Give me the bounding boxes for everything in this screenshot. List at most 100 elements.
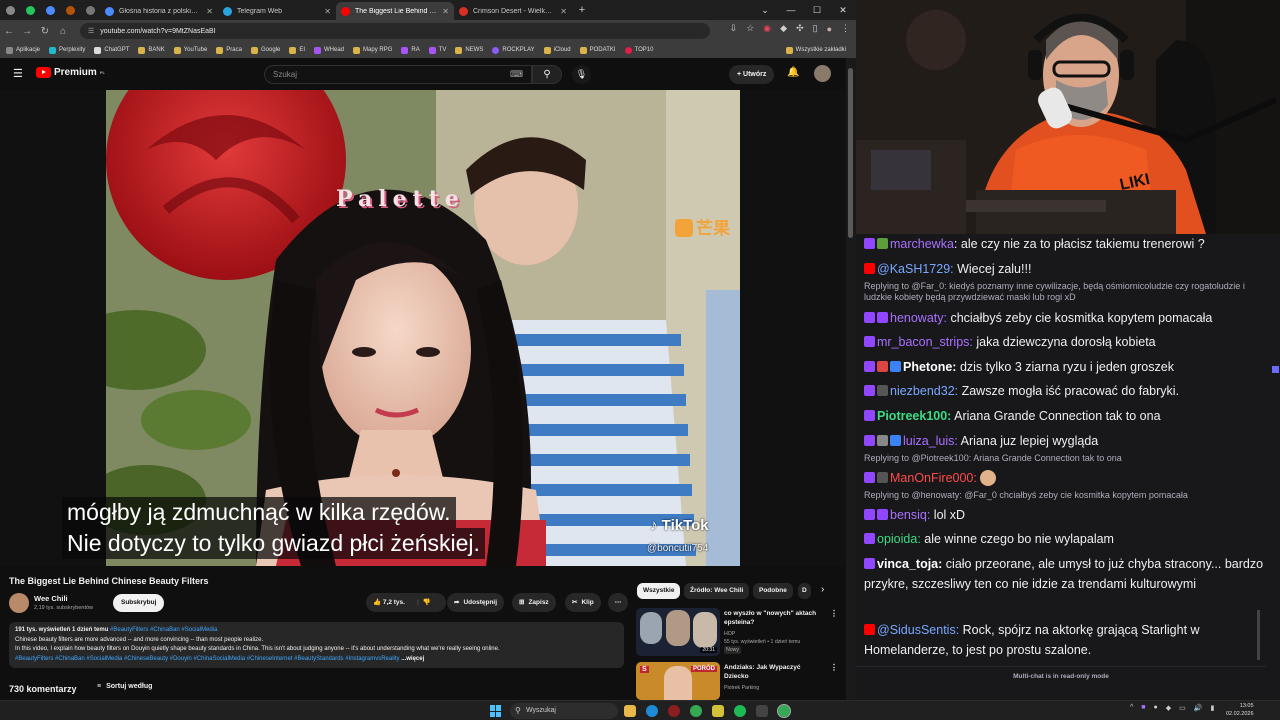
chip-more[interactable]: D xyxy=(798,583,811,599)
tab-telegram[interactable]: Telegram Web ✕ xyxy=(218,2,336,20)
battery-icon[interactable]: ▮ xyxy=(1211,704,1215,712)
keyboard-icon[interactable]: ⌨ xyxy=(510,66,523,83)
tab-pinned-4[interactable] xyxy=(60,0,80,20)
video-player[interactable]: Palette 芒果 xyxy=(0,90,846,566)
close-tab-icon[interactable]: ✕ xyxy=(442,7,449,16)
volume-icon[interactable]: 🔊 xyxy=(1194,704,1203,712)
channel-name[interactable]: Wee Chili xyxy=(34,594,68,603)
channel-avatar[interactable] xyxy=(9,593,29,613)
dislike-icon[interactable]: 👎 xyxy=(423,593,431,612)
taskbar-clock[interactable]: 13:05 02.02.2026 xyxy=(1226,702,1254,718)
bookmark-perplexity[interactable]: Perplexity xyxy=(49,46,85,54)
bookmark-news[interactable]: NEWS xyxy=(455,46,483,54)
bookmark-icloud[interactable]: iCloud xyxy=(543,46,571,54)
bookmark-top10[interactable]: TOP10 xyxy=(624,46,653,54)
search-input[interactable]: Szukaj ⌨ xyxy=(264,65,532,84)
rec-more-icon[interactable]: ⋮ xyxy=(830,663,838,672)
notes-icon[interactable] xyxy=(712,705,724,717)
close-window-button[interactable]: ✕ xyxy=(830,0,856,20)
create-button[interactable]: + Utwórz xyxy=(729,65,775,84)
bookmark-google[interactable]: Google xyxy=(250,46,280,54)
voice-search-button[interactable]: 🎙 xyxy=(572,65,591,84)
tab-youtube-active[interactable]: The Biggest Lie Behind Chi ✕ xyxy=(336,2,454,20)
start-button[interactable] xyxy=(490,705,502,717)
show-more-link[interactable]: ...więcej xyxy=(401,656,424,662)
spotify-icon[interactable] xyxy=(734,705,746,717)
menu-dots-icon[interactable]: ⋮ xyxy=(841,23,850,34)
chat-scrollbar[interactable] xyxy=(1257,610,1260,660)
url-field[interactable]: ☰ youtube.com/watch?v=9MtZNasEaBI xyxy=(80,23,710,39)
close-tab-icon[interactable]: ✕ xyxy=(324,7,331,16)
close-tab-icon[interactable]: ✕ xyxy=(206,7,213,16)
description-box[interactable]: 191 tys. wyświetleń 1 dzień temu #Beauty… xyxy=(9,622,624,668)
tab-crimson-desert[interactable]: Crimson Desert - Wielka Encyk ✕ xyxy=(454,2,572,20)
chrome-icon[interactable] xyxy=(690,705,702,717)
reload-icon[interactable]: ↻ xyxy=(36,26,54,37)
bookmark-youtube[interactable]: YouTube xyxy=(173,46,207,54)
bookmark-aplikacje[interactable]: Aplikacje xyxy=(6,46,40,54)
tray-chevron-icon[interactable]: ^ xyxy=(1130,704,1133,712)
tray-app-icon[interactable]: ● xyxy=(1154,704,1158,712)
more-actions-button[interactable]: ⋯ xyxy=(608,593,628,612)
chip-related[interactable]: Podobne xyxy=(753,583,793,599)
maximize-button[interactable]: ☐ xyxy=(804,0,830,20)
bookmark-all[interactable]: Wszystkie zakładki xyxy=(785,46,846,54)
downloads-icon[interactable] xyxy=(756,705,768,717)
extension-icon[interactable]: ◉ xyxy=(763,23,771,34)
back-icon[interactable]: ← xyxy=(0,26,18,37)
share-button[interactable]: ➦ Udostępnij xyxy=(447,593,505,612)
bookmark-podatki[interactable]: PODATKI xyxy=(579,46,616,54)
rec-thumbnail[interactable]: 20:31 xyxy=(636,608,720,656)
tab-pinned-1[interactable] xyxy=(0,0,20,20)
bookmark-bank[interactable]: BANK xyxy=(138,46,165,54)
search-button[interactable]: ⚲ xyxy=(532,65,562,84)
rec-thumbnail[interactable]: S PORÓD xyxy=(636,662,720,700)
file-explorer-icon[interactable] xyxy=(624,705,636,717)
minimize-button[interactable]: — xyxy=(778,0,804,20)
bookmark-rockplay[interactable]: ROCKPLAY xyxy=(492,46,535,54)
chevron-right-icon[interactable]: › xyxy=(821,584,824,595)
network-icon[interactable]: ▭ xyxy=(1179,704,1186,712)
rec-more-icon[interactable]: ⋮ xyxy=(830,609,838,618)
hamburger-menu-icon[interactable]: ☰ xyxy=(13,67,23,80)
bookmark-whead[interactable]: WHead xyxy=(314,46,344,54)
youtube-logo[interactable]: Premium PL xyxy=(36,67,105,78)
scrollbar-thumb[interactable] xyxy=(848,68,853,238)
taskbar-search[interactable]: ⚲ Wyszukaj xyxy=(510,703,618,719)
bookmark-praca[interactable]: Praca xyxy=(216,46,242,54)
chip-source[interactable]: Źródło: Wee Chili xyxy=(684,583,750,599)
chrome-active-icon[interactable] xyxy=(777,704,791,718)
tab-pinned-2[interactable] xyxy=(20,0,40,20)
edge-icon[interactable] xyxy=(646,705,658,717)
clip-button[interactable]: ✂ Klip xyxy=(565,593,601,612)
home-icon[interactable]: ⌂ xyxy=(54,26,72,37)
sort-comments-button[interactable]: ≡ Sortuj według xyxy=(97,683,152,690)
bookmark-tv[interactable]: TV xyxy=(428,46,446,54)
account-avatar[interactable] xyxy=(814,65,831,82)
like-button[interactable]: 👍 7,2 tys. xyxy=(373,593,405,612)
tray-app-icon[interactable]: ■ xyxy=(1141,704,1145,712)
subscribe-button[interactable]: Subskrybuj xyxy=(113,594,165,612)
bookmark-ra[interactable]: RA xyxy=(401,46,420,54)
extension-icon[interactable]: ◆ xyxy=(780,23,787,34)
rec-title[interactable]: Andziaks: Jak Wypaczyć Dziecko xyxy=(724,664,820,681)
install-icon[interactable]: ⇩ xyxy=(730,23,738,34)
bookmark-mapy-rpg[interactable]: Mapy RPG xyxy=(353,46,392,54)
new-tab-button[interactable]: + xyxy=(572,4,592,16)
tab-pinned-5[interactable] xyxy=(80,0,100,20)
close-tab-icon[interactable]: ✕ xyxy=(560,7,567,16)
chip-all[interactable]: Wszystkie xyxy=(637,583,681,599)
tab-glosna-historia[interactable]: Głośna historia z polskich socj ✕ xyxy=(100,2,218,20)
bookmark-chatgpt[interactable]: ChatGPT xyxy=(94,46,129,54)
rec-title[interactable]: co wyszło w "nowych" aktach epsteina? xyxy=(724,610,820,627)
forward-icon[interactable]: → xyxy=(18,26,36,37)
sidebar-icon[interactable]: ▯ xyxy=(813,23,818,34)
tray-app-icon[interactable]: ◆ xyxy=(1166,704,1171,712)
notifications-bell-icon[interactable]: 🔔 xyxy=(787,67,799,78)
save-button[interactable]: ⊞ Zapisz xyxy=(512,593,556,612)
tab-pinned-3[interactable] xyxy=(40,0,60,20)
opera-icon[interactable] xyxy=(668,705,680,717)
profile-avatar-icon[interactable]: ● xyxy=(827,24,832,34)
puzzle-icon[interactable]: ✣ xyxy=(796,23,804,34)
tab-search-icon[interactable]: ⌄ xyxy=(752,0,778,20)
